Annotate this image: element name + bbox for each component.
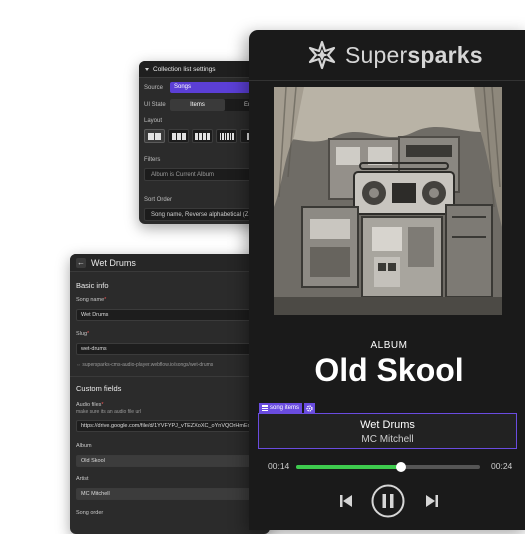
previous-icon[interactable] bbox=[339, 494, 353, 508]
source-label: Source bbox=[144, 85, 164, 91]
layout-options bbox=[144, 129, 261, 143]
song-order-label: Song order bbox=[76, 510, 104, 516]
total-time: 00:24 bbox=[491, 461, 513, 471]
slug-label-text: Slug bbox=[76, 331, 88, 337]
basic-info-heading: Basic info bbox=[76, 281, 109, 290]
section-divider bbox=[70, 376, 270, 377]
album-name: Old Skool bbox=[314, 352, 464, 388]
progress-bar[interactable] bbox=[296, 462, 480, 472]
cms-item-title: Wet Drums bbox=[91, 257, 136, 268]
progress-handle[interactable] bbox=[395, 462, 406, 472]
album-cover-image bbox=[274, 87, 502, 315]
album-cover-illustration bbox=[274, 87, 502, 315]
album-label: Album bbox=[76, 443, 92, 449]
audio-label-text: Audio files bbox=[76, 402, 102, 408]
collapse-triangle-icon[interactable] bbox=[145, 67, 149, 71]
brand-wordmark: Supersparks bbox=[345, 42, 483, 69]
required-mark: * bbox=[104, 297, 107, 303]
pause-icon[interactable] bbox=[371, 484, 405, 518]
custom-fields-heading: Custom fields bbox=[76, 384, 122, 393]
brand-part-2: sparks bbox=[407, 41, 483, 68]
slug-input[interactable]: wet-drums bbox=[76, 343, 270, 355]
artist-select[interactable]: MC Mitchell bbox=[76, 488, 270, 500]
slug-label: Slug* bbox=[76, 331, 89, 337]
song-artist: MC Mitchell bbox=[361, 434, 414, 445]
cms-item-header: ← Wet Drums bbox=[70, 254, 270, 272]
album-label: ALBUM bbox=[370, 340, 408, 351]
ui-state-label: UI State bbox=[144, 102, 166, 108]
required-mark: * bbox=[87, 331, 90, 337]
audio-files-label: Audio files* bbox=[76, 402, 104, 408]
layout-label: Layout bbox=[144, 118, 163, 124]
current-time: 00:14 bbox=[268, 461, 290, 471]
layout-2-column-icon[interactable] bbox=[144, 129, 165, 143]
required-mark: * bbox=[101, 402, 104, 408]
brand-logo: Supersparks bbox=[307, 39, 483, 71]
slug-url: ⇔ supersparks-cms-audio-player.webflow.i… bbox=[76, 362, 213, 368]
collection-icon bbox=[262, 405, 268, 411]
audio-files-hint: make sure its an audio file url bbox=[76, 409, 142, 415]
back-arrow-icon[interactable]: ← bbox=[76, 257, 86, 268]
sparkle-logo-icon bbox=[308, 40, 336, 70]
filters-label: Filters bbox=[144, 157, 161, 163]
ui-state-items[interactable]: Items bbox=[170, 99, 225, 111]
audio-player: Supersparks ALBUM Old Skool song items W… bbox=[249, 30, 525, 530]
selection-tag: song items bbox=[259, 403, 316, 413]
song-title: Wet Drums bbox=[360, 419, 415, 431]
song-items-tag[interactable]: song items bbox=[259, 403, 303, 413]
panel-title: Collection list settings bbox=[153, 65, 216, 73]
song-name-label: Song name* bbox=[76, 297, 106, 303]
layout-4-column-icon[interactable] bbox=[192, 129, 213, 143]
next-icon[interactable] bbox=[425, 494, 439, 508]
layout-3-column-icon[interactable] bbox=[168, 129, 189, 143]
header-divider bbox=[249, 80, 525, 81]
progress-fill bbox=[296, 465, 401, 469]
song-name-input[interactable]: Wet Drums bbox=[76, 309, 270, 321]
song-items-tag-label: song items bbox=[270, 405, 300, 411]
artist-label: Artist bbox=[76, 476, 89, 482]
layout-6-column-icon[interactable] bbox=[216, 129, 237, 143]
song-item[interactable]: Wet Drums MC Mitchell bbox=[258, 413, 517, 449]
cms-item-panel: ← Wet Drums Basic info Song name* Wet Dr… bbox=[70, 254, 270, 534]
audio-files-input[interactable]: https://drive.google.com/file/d/1YVFYPJ_… bbox=[76, 420, 270, 432]
album-select[interactable]: Old Skool bbox=[76, 455, 270, 467]
sort-order-label: Sort Order bbox=[144, 197, 173, 203]
brand-part-1: Super bbox=[345, 41, 408, 68]
gear-icon[interactable] bbox=[304, 403, 316, 413]
song-name-label-text: Song name bbox=[76, 297, 105, 303]
slug-url-text: supersparks-cms-audio-player.webflow.io/… bbox=[82, 362, 214, 368]
